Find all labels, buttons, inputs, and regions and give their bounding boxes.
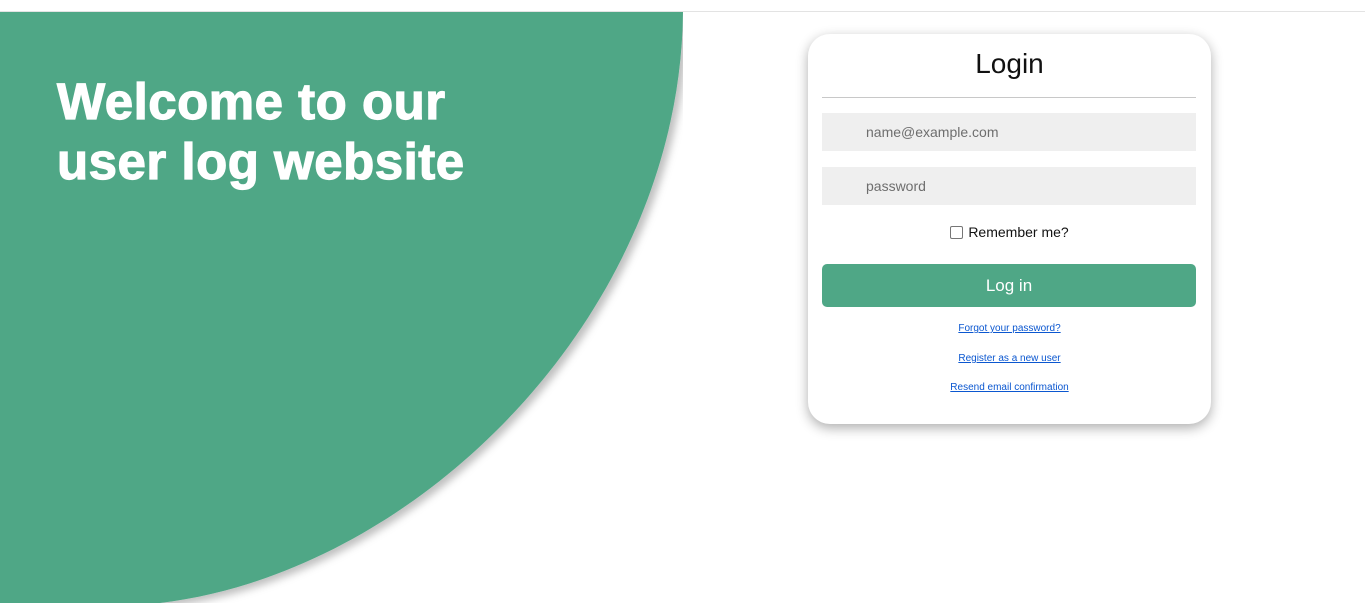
login-title: Login bbox=[975, 48, 1044, 79]
hero-title: Welcome to our user log website bbox=[56, 72, 465, 190]
password-field[interactable] bbox=[822, 167, 1196, 205]
login-page: Welcome to our user log website Login Re… bbox=[0, 0, 1365, 603]
email-field[interactable] bbox=[822, 113, 1196, 151]
remember-me-label[interactable]: Remember me? bbox=[968, 224, 1068, 240]
forgot-password-link[interactable]: Forgot your password? bbox=[808, 323, 1211, 334]
resend-confirmation-link[interactable]: Resend email confirmation bbox=[808, 382, 1211, 393]
login-button[interactable]: Log in bbox=[822, 264, 1196, 307]
card-divider bbox=[822, 97, 1196, 98]
register-link[interactable]: Register as a new user bbox=[808, 353, 1211, 364]
remember-me-checkbox[interactable] bbox=[950, 225, 964, 239]
login-card: Login Remember me? Log in Forgot your pa… bbox=[808, 34, 1211, 424]
remember-me-row: Remember me? bbox=[808, 223, 1211, 241]
